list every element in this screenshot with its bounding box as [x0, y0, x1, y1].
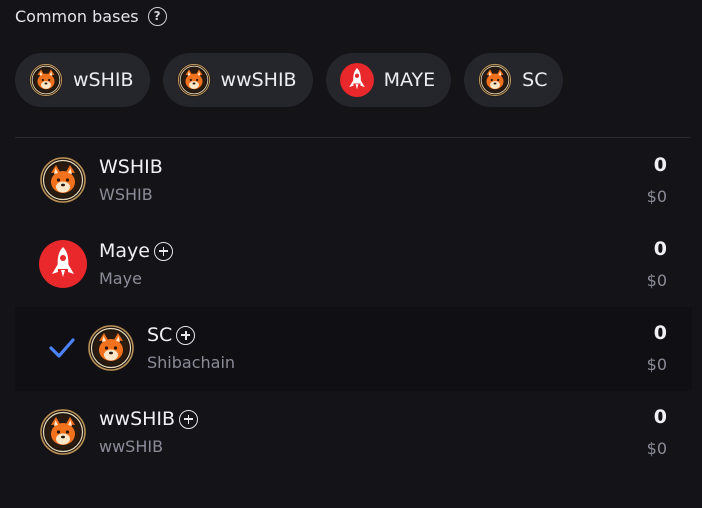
token-balance: 0 — [653, 154, 667, 176]
help-circle-icon[interactable]: ? — [147, 6, 167, 26]
add-token-icon[interactable] — [176, 325, 196, 345]
token-symbol-wrap: SC — [147, 324, 196, 346]
base-chip-label: MAYE — [383, 69, 436, 91]
shib-logo-icon — [39, 156, 87, 204]
token-symbol: Maye — [99, 240, 150, 262]
shib-logo-icon — [87, 324, 135, 372]
checkmark-icon — [49, 338, 75, 358]
token-balance: 0 — [653, 322, 667, 344]
token-value: $0 — [646, 271, 667, 290]
token-balance: 0 — [653, 238, 667, 260]
token-symbol-wrap: wwSHIB — [99, 408, 199, 430]
common-bases-list: wSHIB wwSHIB MAYE SC — [15, 53, 564, 107]
token-symbol: WSHIB — [99, 156, 163, 178]
base-chip-label: wSHIB — [73, 69, 134, 91]
token-symbol-wrap: Maye — [99, 240, 173, 262]
token-name: Shibachain — [147, 353, 236, 372]
token-name: WSHIB — [99, 185, 153, 204]
token-row-maye[interactable]: Maye Maye 0 $0 — [15, 223, 692, 307]
add-token-icon[interactable] — [179, 409, 199, 429]
token-value: $0 — [646, 355, 667, 374]
base-chip-maye[interactable]: MAYE — [325, 53, 452, 107]
token-row-sc[interactable]: SC Shibachain 0 $0 — [15, 307, 692, 391]
divider — [15, 137, 690, 138]
token-name: wwSHIB — [99, 437, 164, 456]
token-row-wwshib[interactable]: wwSHIB wwSHIB 0 $0 — [15, 391, 692, 475]
token-symbol: SC — [147, 324, 173, 346]
token-name: Maye — [99, 269, 142, 288]
base-chip-wshib[interactable]: wSHIB — [15, 53, 150, 107]
common-bases-title: Common bases — [15, 6, 139, 26]
base-chip-sc[interactable]: SC — [464, 53, 564, 107]
add-token-icon[interactable] — [153, 241, 173, 261]
rocket-logo-icon — [340, 63, 374, 97]
base-chip-wwshib[interactable]: wwSHIB — [162, 53, 313, 107]
common-bases-header: Common bases ? — [15, 3, 167, 29]
token-value: $0 — [646, 187, 667, 206]
shib-logo-icon — [478, 63, 512, 97]
shib-logo-icon — [39, 408, 87, 456]
shib-logo-icon — [29, 63, 63, 97]
token-list: WSHIB WSHIB 0 $0 Maye Maye 0 $0 SC Shiba… — [15, 139, 692, 475]
token-symbol: wwSHIB — [99, 408, 176, 430]
rocket-logo-icon — [39, 240, 87, 288]
token-selector-panel: Common bases ? wSHIB wwSHIB MAYE SC WSHI… — [0, 0, 702, 508]
shib-logo-icon — [177, 63, 211, 97]
token-value: $0 — [646, 439, 667, 458]
base-chip-label: wwSHIB — [220, 69, 297, 91]
token-balance: 0 — [653, 406, 667, 428]
token-row-wshib[interactable]: WSHIB WSHIB 0 $0 — [15, 139, 692, 223]
base-chip-label: SC — [522, 69, 548, 91]
token-symbol-wrap: WSHIB — [99, 156, 163, 178]
